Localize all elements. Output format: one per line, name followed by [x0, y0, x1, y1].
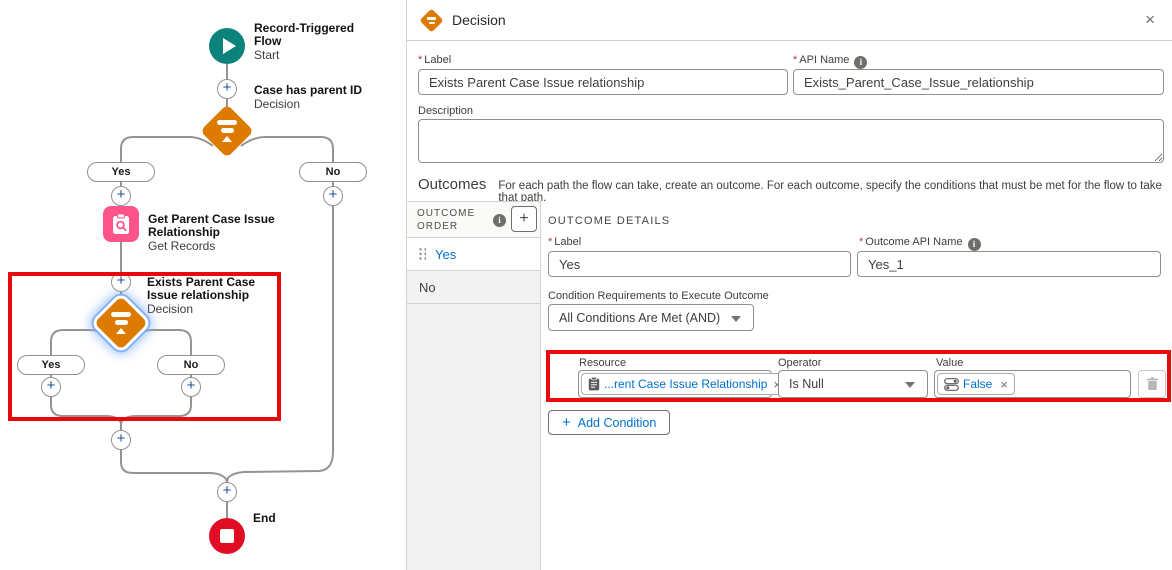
add-element-button[interactable]: + [181, 377, 201, 397]
decision-edit-panel: Decision × *Label *API Namei Description… [406, 0, 1172, 570]
add-outcome-button[interactable]: + [511, 206, 537, 232]
record-variable-icon [588, 377, 600, 391]
add-element-button[interactable]: + [111, 272, 131, 292]
remove-pill-icon[interactable]: × [1000, 377, 1008, 392]
chevron-down-icon [905, 382, 915, 388]
delete-condition-button[interactable] [1138, 370, 1166, 398]
add-element-button[interactable]: + [217, 482, 237, 502]
outcome-label-field-label: *Label [548, 236, 581, 248]
info-icon[interactable]: i [968, 238, 981, 251]
start-node[interactable] [209, 28, 245, 64]
decision1-label: Case has parent ID Decision [254, 84, 384, 111]
operator-select[interactable]: Is Null [778, 370, 928, 398]
description-input[interactable] [418, 119, 1164, 163]
branch1-no-label: No [299, 162, 367, 182]
outcome-item-yes[interactable]: Yes [407, 238, 540, 271]
branch1-yes-label: Yes [87, 162, 155, 182]
add-element-button[interactable]: + [323, 186, 343, 206]
outcomes-help-text: For each path the flow can take, create … [498, 180, 1172, 204]
close-icon[interactable]: × [1145, 10, 1155, 30]
outcomes-heading: Outcomes For each path the flow can take… [418, 176, 1172, 204]
condition-requirements-select[interactable]: All Conditions Are Met (AND) [548, 304, 754, 331]
start-node-label: Record-Triggered Flow Start [254, 22, 384, 62]
stop-icon [220, 529, 234, 543]
label-input[interactable] [418, 69, 788, 95]
get-records-icon [110, 213, 132, 235]
get-records-label: Get Parent Case Issue Relationship Get R… [148, 213, 278, 253]
play-icon [223, 38, 236, 54]
label-field-label: *Label [418, 54, 451, 66]
condition-requirements-label: Condition Requirements to Execute Outcom… [548, 290, 769, 302]
get-records-node[interactable] [103, 206, 139, 242]
value-combobox[interactable]: False × [934, 370, 1131, 398]
operator-field-label: Operator [778, 357, 821, 369]
outcome-details-heading: OUTCOME DETAILS [548, 215, 670, 227]
api-name-field-label: *API Namei [793, 54, 867, 69]
end-node[interactable] [209, 518, 245, 554]
decision-icon [111, 312, 131, 334]
outcome-item-no[interactable]: No [407, 271, 540, 304]
chevron-down-icon [731, 316, 741, 322]
drag-handle-icon[interactable] [419, 247, 426, 261]
branch2-yes-label: Yes [17, 355, 85, 375]
description-field-label: Description [418, 105, 473, 117]
outcome-order-header: OUTCOME ORDER i + [407, 202, 540, 238]
value-field-label: Value [936, 357, 963, 369]
boolean-icon [944, 378, 959, 391]
info-icon[interactable]: i [493, 214, 506, 227]
add-element-button[interactable]: + [111, 430, 131, 450]
outcome-api-name-field-label: *Outcome API Namei [859, 236, 981, 251]
add-element-button[interactable]: + [41, 377, 61, 397]
outcome-order-panel: OUTCOME ORDER i + Yes No [407, 201, 541, 570]
decision2-label: Exists Parent Case Issue relationship De… [147, 276, 273, 316]
outcome-api-name-input[interactable] [857, 251, 1161, 277]
api-name-input[interactable] [793, 69, 1164, 95]
resource-pill[interactable]: ...rent Case Issue Relationship × [581, 373, 788, 395]
outcome-label-input[interactable] [548, 251, 851, 277]
panel-title: Decision [452, 12, 506, 28]
decision-icon [419, 8, 443, 32]
add-condition-button[interactable]: + Add Condition [548, 410, 670, 435]
flow-builder-window: Record-Triggered Flow Start + Case has p… [0, 0, 1172, 570]
add-element-button[interactable]: + [217, 79, 237, 99]
flow-canvas[interactable]: Record-Triggered Flow Start + Case has p… [0, 0, 406, 570]
plus-icon: + [562, 414, 571, 431]
info-icon[interactable]: i [854, 56, 867, 69]
trash-icon [1146, 377, 1159, 391]
value-pill[interactable]: False × [937, 373, 1015, 395]
resource-combobox[interactable]: ...rent Case Issue Relationship × [578, 370, 772, 398]
panel-header: Decision × [407, 0, 1172, 41]
decision-icon [217, 120, 237, 142]
add-element-button[interactable]: + [111, 186, 131, 206]
branch2-no-label: No [157, 355, 225, 375]
resource-field-label: Resource [579, 357, 626, 369]
end-node-label: End [253, 512, 383, 525]
